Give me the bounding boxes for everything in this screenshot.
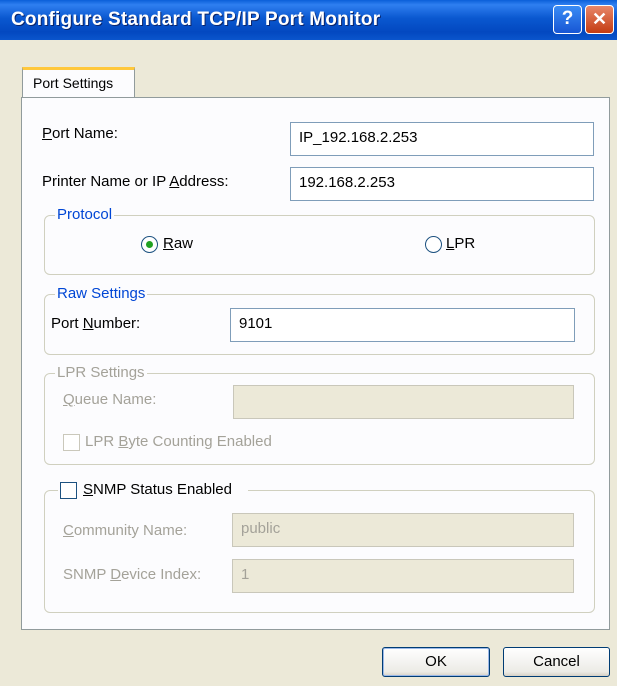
dialog-window: Configure Standard TCP/IP Port Monitor ?…	[0, 0, 617, 686]
cancel-button[interactable]: Cancel	[503, 647, 610, 677]
raw-radio-label[interactable]: Raw	[163, 235, 193, 252]
lpr-byte-counting-label[interactable]: LPR Byte Counting Enabled	[85, 433, 272, 450]
close-icon: ✕	[591, 9, 608, 29]
snmp-enabled-checkbox[interactable]	[60, 482, 77, 499]
queue-name-field[interactable]	[233, 385, 574, 419]
tab-panel: Port Name: IP_192.168.2.253 Printer Name…	[21, 97, 610, 630]
tab-label: Port Settings	[33, 75, 114, 91]
lpr-settings-legend: LPR Settings	[55, 364, 147, 381]
device-index-label: SNMP Device Index:	[63, 566, 202, 583]
port-name-label: Port Name:	[42, 125, 118, 142]
protocol-group: Protocol Raw LPR	[44, 206, 595, 275]
ok-button[interactable]: OK	[382, 647, 490, 677]
printer-address-field[interactable]: 192.168.2.253	[290, 167, 594, 201]
snmp-enabled-label[interactable]: SNMP Status Enabled	[83, 481, 232, 498]
device-index-field[interactable]: 1	[232, 559, 574, 593]
tab-port-settings[interactable]: Port Settings	[22, 67, 135, 98]
port-number-label: Port Number:	[51, 315, 141, 332]
community-name-field[interactable]: public	[232, 513, 574, 547]
printer-address-label: Printer Name or IP Address:	[42, 173, 229, 190]
snmp-group	[44, 490, 595, 613]
close-button[interactable]: ✕	[585, 5, 614, 34]
window-title: Configure Standard TCP/IP Port Monitor	[11, 9, 381, 30]
radio-selected-dot	[146, 241, 153, 248]
port-name-field[interactable]: IP_192.168.2.253	[290, 122, 594, 156]
protocol-legend: Protocol	[55, 206, 115, 223]
raw-radio[interactable]	[141, 236, 158, 253]
community-name-label: Community Name:	[63, 522, 188, 539]
port-number-field[interactable]: 9101	[230, 308, 575, 342]
title-bar[interactable]: Configure Standard TCP/IP Port Monitor ?…	[0, 0, 617, 40]
lpr-byte-counting-checkbox[interactable]	[63, 434, 80, 451]
help-button[interactable]: ?	[553, 5, 582, 34]
lpr-radio[interactable]	[425, 236, 442, 253]
queue-name-label: Queue Name:	[63, 391, 157, 408]
raw-settings-legend: Raw Settings	[55, 285, 148, 302]
help-icon: ?	[561, 8, 574, 29]
lpr-radio-label[interactable]: LPR	[446, 235, 475, 252]
